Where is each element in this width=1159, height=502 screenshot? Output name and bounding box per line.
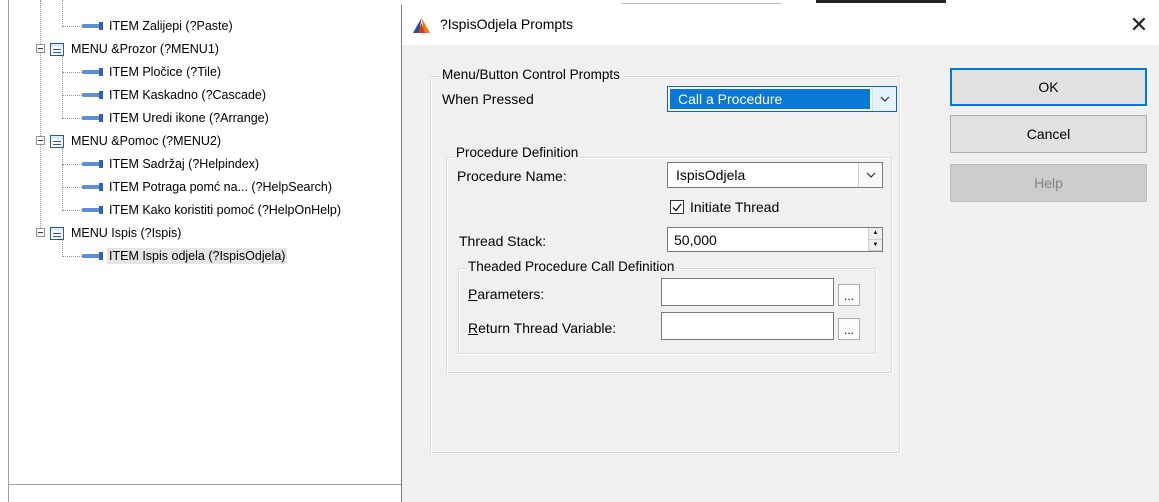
ok-button[interactable]: OK: [950, 68, 1147, 106]
close-icon: ✕: [1129, 12, 1149, 37]
collapse-toggle[interactable]: [36, 44, 45, 53]
spin-down-icon[interactable]: ▼: [869, 239, 882, 251]
tree-connector: [62, 148, 63, 210]
return-thread-variable-label: Return Thread Variable:: [468, 320, 617, 336]
tree-item-paste[interactable]: ITEM Zalijepi (?Paste): [82, 16, 235, 36]
menu-icon: [50, 134, 64, 148]
checkbox-checked-icon[interactable]: [670, 200, 684, 214]
tree-item-label: ITEM Zalijepi (?Paste): [109, 19, 233, 33]
tree-item-label: ITEM Kako koristiti pomoć (?HelpOnHelp): [109, 203, 342, 217]
parameters-browse-button[interactable]: ...: [838, 284, 860, 306]
collapse-toggle[interactable]: [36, 136, 45, 145]
menu-item-icon: [82, 206, 103, 214]
menu-item-icon: [82, 160, 103, 168]
return-thread-variable-browse-button[interactable]: ...: [838, 318, 860, 340]
background-bar: [816, 0, 946, 3]
cancel-button[interactable]: Cancel: [950, 115, 1147, 153]
threaded-call-legend: Theaded Procedure Call Definition: [466, 259, 677, 274]
procedure-name-value: IspisOdjela: [676, 167, 746, 183]
prompts-dialog: ?IspisOdjela Prompts ✕ Menu/Button Contr…: [401, 5, 1159, 502]
menu-icon: [50, 42, 64, 56]
menu-item-icon: [82, 91, 103, 99]
when-pressed-value: Call a Procedure: [670, 89, 870, 109]
parameters-input[interactable]: [661, 278, 834, 306]
tree-item-ispisodjela[interactable]: ITEM Ispis odjela (?IspisOdjela): [82, 246, 288, 266]
when-pressed-label: When Pressed: [442, 91, 534, 107]
tree-item-label: ITEM Uredi ikone (?Arrange): [109, 111, 269, 125]
background-field: [621, 0, 781, 4]
app-logo-icon: [413, 18, 430, 33]
thread-stack-value: 50,000: [674, 231, 717, 248]
menu-item-icon: [82, 252, 103, 260]
tree-item-helpsearch[interactable]: ITEM Potraga pomć na... (?HelpSearch): [82, 177, 334, 197]
tree-connector: [62, 0, 63, 26]
spin-buttons: ▲ ▼: [868, 228, 882, 251]
procedure-name-dropdown[interactable]: IspisOdjela: [667, 162, 883, 188]
chevron-down-icon[interactable]: [858, 163, 882, 187]
chevron-down-icon[interactable]: [872, 87, 896, 111]
menu-item-icon: [82, 114, 103, 122]
when-pressed-dropdown[interactable]: Call a Procedure: [667, 86, 897, 112]
parameters-label: Parameters:: [468, 286, 545, 302]
spin-up-icon[interactable]: ▲: [869, 228, 882, 240]
tree-item-label: ITEM Sadržaj (?Helpindex): [109, 157, 260, 171]
tree-connector: [62, 72, 82, 73]
thread-stack-label: Thread Stack:: [459, 233, 547, 249]
tree-connector: [62, 164, 82, 165]
tree-item-label: ITEM Ispis odjela (?IspisOdjela): [107, 248, 288, 264]
tree-item-label: MENU &Prozor (?MENU1): [71, 42, 219, 56]
tree-item-label: MENU Ispis (?Ispis): [71, 226, 182, 240]
menu-item-icon: [82, 68, 103, 76]
tree-item-label: ITEM Pločice (?Tile): [109, 65, 222, 79]
tree-connector: [62, 118, 82, 119]
tree-connector: [62, 56, 63, 118]
tree-menu-prozor[interactable]: MENU &Prozor (?MENU1): [50, 39, 221, 59]
thread-stack-spinner[interactable]: 50,000 ▲ ▼: [667, 227, 883, 252]
tree-item-arrange[interactable]: ITEM Uredi ikone (?Arrange): [82, 108, 271, 128]
tree-menu-ispis[interactable]: MENU Ispis (?Ispis): [50, 223, 183, 243]
tree-connector: [62, 26, 82, 27]
tree-border-bottom: [8, 484, 401, 485]
tree-item-helpindex[interactable]: ITEM Sadržaj (?Helpindex): [82, 154, 261, 174]
dialog-titlebar[interactable]: ?IspisOdjela Prompts ✕: [402, 5, 1159, 45]
initiate-thread-checkbox[interactable]: Initiate Thread: [670, 199, 779, 215]
tree-border: [8, 0, 9, 502]
initiate-thread-label: Initiate Thread: [690, 199, 780, 215]
tree-connector: [62, 210, 82, 211]
menu-item-icon: [82, 183, 103, 191]
menu-tree-pane: ITEM Zalijepi (?Paste) MENU &Prozor (?ME…: [0, 0, 401, 502]
menu-icon: [50, 226, 64, 240]
procedure-definition-legend: Procedure Definition: [454, 145, 581, 160]
tree-item-helponhelp[interactable]: ITEM Kako koristiti pomoć (?HelpOnHelp): [82, 200, 343, 220]
tree-connector: [40, 0, 41, 232]
dialog-title: ?IspisOdjela Prompts: [440, 16, 574, 32]
procedure-name-label: Procedure Name:: [457, 168, 567, 184]
tree-connector: [62, 95, 82, 96]
tree-item-label: ITEM Kaskadno (?Cascade): [109, 88, 267, 102]
tree-connector: [62, 256, 82, 257]
tree-item-cascade[interactable]: ITEM Kaskadno (?Cascade): [82, 85, 268, 105]
menu-button-prompts-legend: Menu/Button Control Prompts: [440, 67, 622, 82]
collapse-toggle[interactable]: [36, 228, 45, 237]
tree-connector: [62, 187, 82, 188]
help-button: Help: [950, 164, 1147, 202]
tree-item-label: ITEM Potraga pomć na... (?HelpSearch): [109, 180, 333, 194]
return-thread-variable-input[interactable]: [661, 312, 834, 340]
menu-item-icon: [82, 22, 103, 30]
close-button[interactable]: ✕: [1119, 5, 1159, 45]
tree-item-label: MENU &Pomoc (?MENU2): [71, 134, 222, 148]
tree-item-tile[interactable]: ITEM Pločice (?Tile): [82, 62, 223, 82]
tree-menu-pomoc[interactable]: MENU &Pomoc (?MENU2): [50, 131, 223, 151]
